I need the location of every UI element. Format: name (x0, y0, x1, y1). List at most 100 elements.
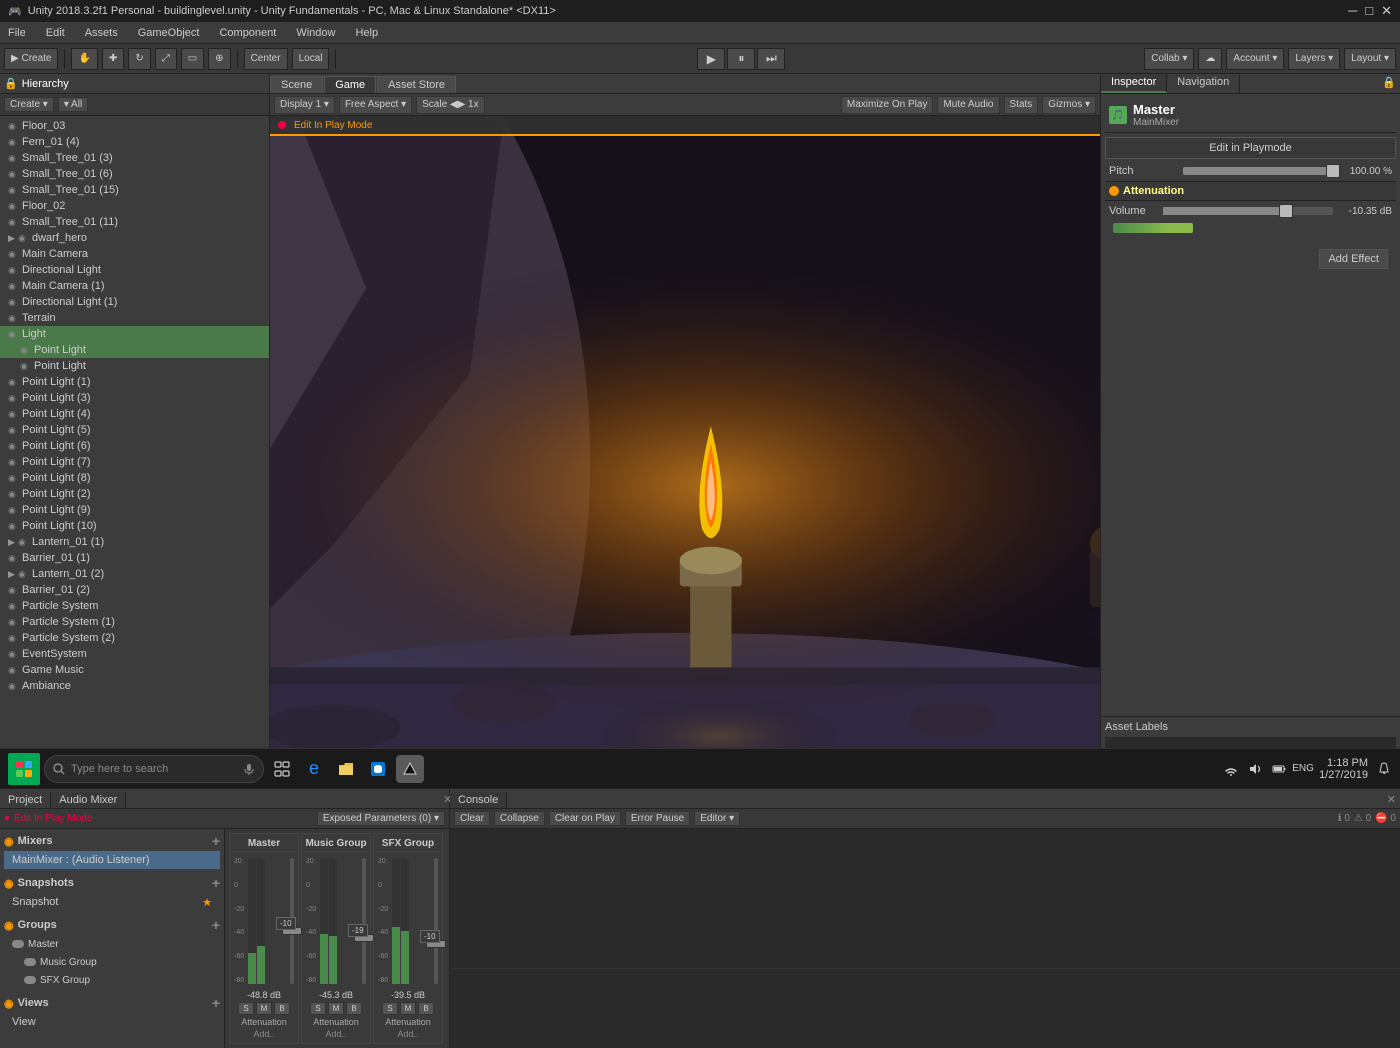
task-view-button[interactable] (268, 755, 296, 783)
taskbar-search[interactable]: Type here to search (44, 755, 264, 783)
tab-console[interactable]: Console (450, 792, 507, 808)
file-explorer-button[interactable] (332, 755, 360, 783)
hier-particle-sys[interactable]: ◉Particle System (0, 598, 269, 614)
sfx-m-button[interactable]: M (400, 1002, 416, 1015)
collab-button[interactable]: Collab ▾ (1144, 48, 1194, 70)
hand-tool-button[interactable]: ✋ (71, 48, 97, 70)
hier-point-light-1[interactable]: ◉Point Light (1) (0, 374, 269, 390)
scale-tool-button[interactable]: ⤢ (155, 48, 177, 70)
inspector-lock[interactable]: 🔒 (1378, 74, 1400, 93)
hier-point-light-4[interactable]: ◉Point Light (4) (0, 406, 269, 422)
views-add-button[interactable]: + (212, 995, 220, 1011)
layout-button[interactable]: Layout ▾ (1344, 48, 1396, 70)
rotate-tool-button[interactable]: ↻ (128, 48, 150, 70)
console-collapse-button[interactable]: Collapse (494, 811, 545, 826)
create-button[interactable]: ▶ Create (4, 48, 58, 70)
hier-point-light-5[interactable]: ◉Point Light (5) (0, 422, 269, 438)
hier-particle-sys-2[interactable]: ◉Particle System (2) (0, 630, 269, 646)
hier-point-light-6[interactable]: ◉Point Light (6) (0, 438, 269, 454)
menu-component[interactable]: Component (215, 25, 280, 41)
tab-asset-store[interactable]: Asset Store (377, 76, 456, 93)
master-eye-icon[interactable] (12, 940, 24, 948)
sfx-b-button[interactable]: B (418, 1002, 434, 1015)
hier-dir-light[interactable]: ◉Directional Light (0, 262, 269, 278)
account-button[interactable]: Account ▾ (1226, 48, 1284, 70)
music-fader-track[interactable]: -19 (362, 858, 366, 984)
aspect-button[interactable]: Free Aspect ▾ (339, 96, 412, 114)
console-clear-button[interactable]: Clear (454, 811, 490, 826)
am-master-group[interactable]: Master (4, 935, 220, 953)
center-button[interactable]: Center (244, 48, 288, 70)
pause-button[interactable]: ⏸ (727, 48, 755, 70)
sfx-add-button[interactable]: Add.. (397, 1029, 418, 1039)
store-button[interactable] (364, 755, 392, 783)
am-sfx-group[interactable]: SFX Group (4, 971, 220, 989)
language-indicator[interactable]: ENG (1295, 761, 1311, 777)
unity-taskbar-button[interactable] (396, 755, 424, 783)
hier-main-camera[interactable]: ◉Main Camera (0, 246, 269, 262)
play-button[interactable]: ▶ (697, 48, 725, 70)
menu-assets[interactable]: Assets (81, 25, 122, 41)
hier-fern01[interactable]: ◉Fern_01 (4) (0, 134, 269, 150)
am-mainmixer-item[interactable]: MainMixer : (Audio Listener) (4, 851, 220, 869)
tab-project[interactable]: Project (0, 792, 51, 808)
hier-barrier-2[interactable]: ◉Barrier_01 (2) (0, 582, 269, 598)
menu-help[interactable]: Help (351, 25, 382, 41)
mute-audio-button[interactable]: Mute Audio (937, 96, 999, 114)
hier-small-tree-3[interactable]: ◉Small_Tree_01 (3) (0, 150, 269, 166)
tab-game[interactable]: Game (324, 76, 376, 93)
layers-button[interactable]: Layers ▾ (1288, 48, 1340, 70)
master-add-button[interactable]: Add.. (253, 1029, 274, 1039)
sfx-fader-track[interactable]: -10 (434, 858, 438, 984)
hier-event-system[interactable]: ◉EventSystem (0, 646, 269, 662)
exposed-params-button[interactable]: Exposed Parameters (0) ▾ (317, 811, 445, 826)
pitch-slider[interactable] (1183, 167, 1338, 175)
tab-inspector[interactable]: Inspector (1101, 74, 1167, 93)
master-fader-track[interactable]: -10 (290, 858, 294, 984)
volume-slider[interactable] (1163, 207, 1333, 215)
volume-handle[interactable] (1279, 204, 1293, 218)
rect-tool-button[interactable]: ▭ (181, 48, 204, 70)
pitch-handle[interactable] (1326, 164, 1340, 178)
music-m-button[interactable]: M (328, 1002, 344, 1015)
snapshot-star-icon[interactable]: ★ (202, 896, 212, 909)
music-eye-icon[interactable] (24, 958, 36, 966)
hier-particle-sys-1[interactable]: ◉Particle System (1) (0, 614, 269, 630)
music-add-button[interactable]: Add.. (325, 1029, 346, 1039)
stats-button[interactable]: Stats (1004, 96, 1039, 114)
battery-icon[interactable] (1271, 761, 1287, 777)
maximize-button[interactable]: □ (1365, 3, 1373, 19)
tab-navigation[interactable]: Navigation (1167, 74, 1240, 93)
menu-edit[interactable]: Edit (42, 25, 69, 41)
music-b-button[interactable]: B (346, 1002, 362, 1015)
hier-point-light-8[interactable]: ◉Point Light (8) (0, 470, 269, 486)
start-button[interactable] (8, 753, 40, 785)
master-m-button[interactable]: M (256, 1002, 272, 1015)
hier-point-light-7[interactable]: ◉Point Light (7) (0, 454, 269, 470)
gizmos-button[interactable]: Gizmos ▾ (1042, 96, 1096, 114)
hier-barrier-1[interactable]: ◉Barrier_01 (1) (0, 550, 269, 566)
sfx-s-button[interactable]: S (382, 1002, 398, 1015)
hier-dwarf-hero[interactable]: ▶◉dwarf_hero (0, 230, 269, 246)
console-clear-on-play-button[interactable]: Clear on Play (549, 811, 621, 826)
hier-terrain[interactable]: ◉Terrain (0, 310, 269, 326)
menu-window[interactable]: Window (292, 25, 339, 41)
am-snapshot-item[interactable]: Snapshot ★ (4, 893, 220, 911)
display-button[interactable]: Display 1 ▾ (274, 96, 335, 114)
edge-browser-button[interactable]: e (300, 755, 328, 783)
move-tool-button[interactable]: ✚ (102, 48, 124, 70)
console-error-pause-button[interactable]: Error Pause (625, 811, 690, 826)
network-icon[interactable] (1223, 761, 1239, 777)
hierarchy-create-btn[interactable]: Create ▾ (4, 97, 54, 112)
sfx-eye-icon[interactable] (24, 976, 36, 984)
master-s-button[interactable]: S (238, 1002, 254, 1015)
scale-button[interactable]: Scale ◀▶ 1x (416, 96, 485, 114)
master-b-button[interactable]: B (274, 1002, 290, 1015)
hier-point-light-2[interactable]: ◉Point Light (2) (0, 486, 269, 502)
hier-lantern-1[interactable]: ▶◉Lantern_01 (1) (0, 534, 269, 550)
transform-tool-button[interactable]: ⊕ (208, 48, 230, 70)
menu-file[interactable]: File (4, 25, 30, 41)
hierarchy-all-btn[interactable]: ▾ All (58, 97, 88, 112)
hier-ambiance[interactable]: ◉Ambiance (0, 678, 269, 694)
hier-game-music[interactable]: ◉Game Music (0, 662, 269, 678)
